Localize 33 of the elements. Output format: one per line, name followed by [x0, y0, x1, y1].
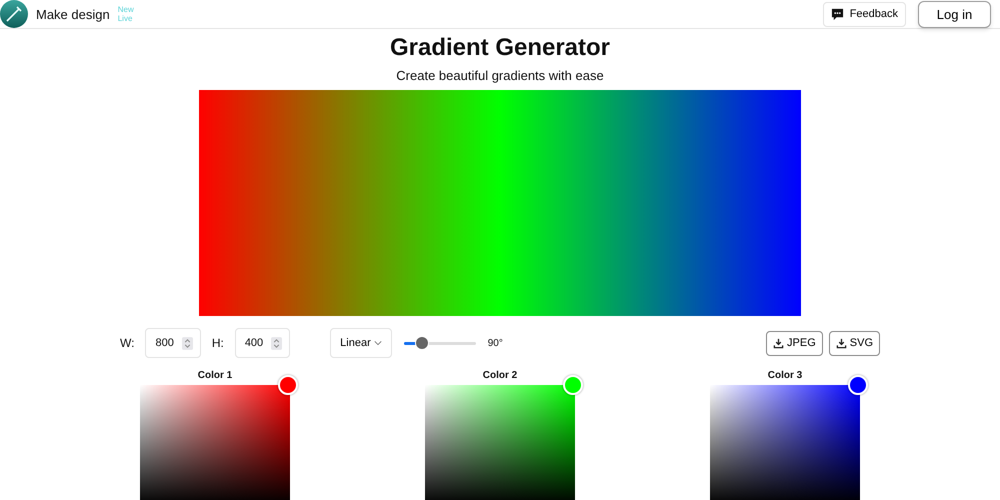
ticker-text: Live [118, 14, 134, 23]
brand-name[interactable]: Make design [36, 6, 110, 22]
angle-slider[interactable] [404, 337, 476, 349]
page-subtitle: Create beautiful gradients with ease [396, 68, 604, 83]
page-title: Gradient Generator [390, 34, 610, 62]
color-label: Color 1 [198, 370, 232, 381]
width-label: W: [120, 336, 134, 350]
color-picker-area[interactable] [140, 385, 290, 500]
color-label: Color 3 [768, 370, 802, 381]
color-label: Color 2 [482, 370, 518, 381]
chat-icon [830, 8, 844, 20]
slider-thumb[interactable] [416, 337, 428, 349]
feedback-button[interactable]: Feedback [822, 2, 906, 26]
download-button[interactable]: SVG [828, 330, 880, 356]
download-button[interactable]: JPEG [766, 330, 823, 356]
download-icon [773, 338, 784, 348]
logo-icon [0, 0, 28, 28]
color-handle[interactable] [848, 375, 868, 395]
height-label: H: [212, 336, 224, 350]
color-handle[interactable] [563, 375, 583, 395]
ticker-text: New [118, 5, 134, 14]
color-handle[interactable] [278, 375, 298, 395]
height-field[interactable]: 400 [234, 328, 290, 358]
angle-reading: 90° [488, 338, 503, 348]
color-picker-area[interactable] [425, 385, 575, 500]
stepper-icon[interactable] [271, 336, 282, 350]
login-button[interactable]: Log in [918, 0, 991, 28]
gradient-type-dropdown[interactable]: Linear [330, 328, 392, 358]
download-icon [836, 338, 847, 348]
color-picker-area[interactable] [710, 385, 860, 500]
stepper-icon[interactable] [182, 336, 193, 350]
chevron-down-icon [374, 340, 382, 346]
width-field[interactable]: 800 [145, 328, 201, 358]
